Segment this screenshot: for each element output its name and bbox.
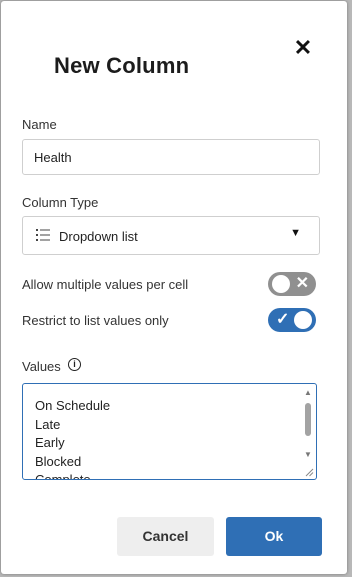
- check-icon: ✓: [276, 311, 290, 328]
- value-item: Complete: [35, 472, 91, 480]
- name-value: Health: [34, 150, 72, 165]
- dialog-title: New Column: [54, 53, 190, 78]
- values-label: Values: [22, 359, 61, 374]
- restrict-values-toggle[interactable]: ✓: [268, 308, 316, 332]
- value-item: On Schedule: [35, 398, 111, 413]
- list-icon: [36, 229, 50, 241]
- close-icon[interactable]: ✕: [293, 37, 313, 59]
- column-type-label: Column Type: [22, 195, 99, 210]
- values-textarea[interactable]: On Schedule Late Early Blocked Complete ▲ ▼: [22, 383, 317, 480]
- scroll-thumb[interactable]: [305, 403, 311, 436]
- x-icon: ✕: [295, 275, 309, 292]
- scroll-down-icon[interactable]: ▼: [304, 450, 312, 459]
- info-icon[interactable]: i: [68, 358, 81, 371]
- multiple-values-toggle[interactable]: ✕: [268, 272, 316, 296]
- scroll-up-icon[interactable]: ▲: [304, 388, 312, 397]
- cancel-button[interactable]: Cancel: [117, 517, 214, 556]
- value-item: Blocked: [35, 453, 82, 469]
- resize-grip-icon[interactable]: [304, 467, 314, 477]
- column-type-select[interactable]: Dropdown list ▼: [22, 216, 320, 255]
- restrict-values-label: Restrict to list values only: [22, 313, 169, 328]
- column-type-value: Dropdown list: [59, 229, 138, 244]
- toggle-knob: [272, 275, 290, 293]
- value-item: Late: [35, 416, 61, 432]
- multiple-values-label: Allow multiple values per cell: [22, 277, 189, 292]
- values-list: On Schedule Late Early Blocked Complete: [35, 397, 111, 480]
- name-label: Name: [22, 117, 57, 132]
- caret-down-icon: ▼: [290, 227, 301, 239]
- ok-button[interactable]: Ok: [226, 517, 322, 556]
- name-field[interactable]: Health: [22, 139, 320, 175]
- value-item: Early: [35, 435, 65, 450]
- scrollbar[interactable]: ▲ ▼: [302, 386, 314, 476]
- new-column-dialog: ✕ New Column Name Health Column Type Dro…: [1, 1, 347, 574]
- toggle-knob: [294, 311, 312, 329]
